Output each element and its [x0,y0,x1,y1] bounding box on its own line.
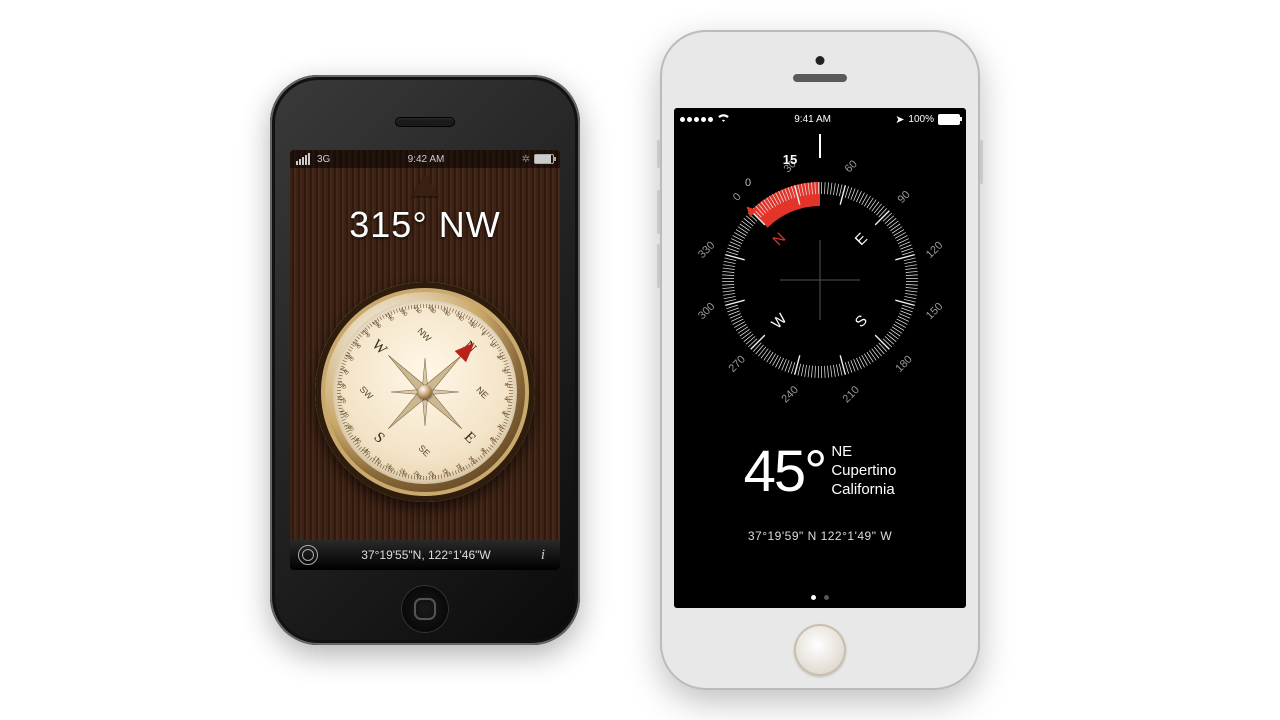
home-button[interactable] [401,585,449,633]
svg-text:50: 50 [503,396,512,405]
iphone-5s-device: 9:41 AM ➤ 100% NESW030609012015018021024… [660,30,980,690]
page-dot [811,595,816,600]
crosshair-icon [780,240,860,320]
svg-text:120: 120 [924,239,945,260]
svg-text:160: 160 [384,463,395,474]
compass-hub [418,385,432,399]
svg-text:210: 210 [841,384,862,405]
bottom-toolbar: 37°19'55"N, 122°1'46"W i [290,540,560,570]
carrier-label: 3G [317,154,330,165]
heading-degrees: 45 [744,439,805,504]
svg-text:340: 340 [454,312,465,323]
svg-text:0: 0 [745,177,751,189]
svg-text:15: 15 [783,152,797,167]
svg-text:210: 210 [339,409,350,420]
earpiece-speaker [395,117,455,127]
svg-text:90: 90 [896,189,913,206]
clock-label: 9:42 AM [408,154,445,165]
status-bar: 9:41 AM ➤ 100% [674,108,966,128]
svg-text:240: 240 [779,384,800,405]
signal-bars-icon [296,153,310,165]
power-button[interactable] [980,140,983,184]
front-camera [816,56,825,65]
svg-text:330: 330 [440,307,451,318]
svg-text:S: S [370,429,387,446]
svg-text:SW: SW [358,384,376,402]
home-button[interactable] [794,624,846,676]
page-indicator[interactable] [674,595,966,600]
svg-text:40: 40 [503,381,512,390]
heading-readout: 45° NE Cupertino California [674,438,966,505]
svg-text:330: 330 [696,239,717,260]
svg-text:220: 220 [336,395,347,406]
battery-percent: 100% [908,114,934,125]
svg-text:30: 30 [500,367,509,376]
svg-text:290: 290 [384,312,395,323]
screen-ios7: 9:41 AM ➤ 100% NESW030609012015018021024… [674,108,966,608]
iphone-3gs-device: 3G 9:42 AM ✲ 315° NW 0102030405060708090… [270,75,580,645]
volume-down-button[interactable] [657,244,660,288]
svg-text:SE: SE [417,443,433,459]
battery-icon [534,154,554,164]
svg-text:0: 0 [731,191,744,204]
mute-switch[interactable] [657,140,660,168]
volume-up-button[interactable] [657,190,660,234]
compass-rose[interactable]: 0102030405060708090100110120130140150160… [315,282,535,502]
svg-text:300: 300 [696,301,717,322]
clock-label: 9:41 AM [794,114,831,125]
compass-dial[interactable]: NESW0306090120150180210240270300330150 [690,150,950,410]
battery-icon [938,114,960,125]
region-label: California [831,481,894,498]
svg-text:270: 270 [727,353,748,374]
coordinates-label: 37°19'55"N, 122°1'46"W [361,548,490,562]
coordinates-label: 37°19'59" N 122°1'49" W [674,529,966,543]
svg-text:60: 60 [843,158,860,175]
info-button[interactable]: i [534,547,552,564]
svg-text:310: 310 [412,305,423,316]
location-arrow-icon: ➤ [895,113,904,126]
svg-text:80: 80 [488,436,497,445]
screen-ios6: 3G 9:42 AM ✲ 315° NW 0102030405060708090… [290,150,560,570]
svg-text:180: 180 [893,353,914,374]
svg-text:150: 150 [397,468,408,479]
svg-text:NE: NE [474,385,490,401]
svg-text:NW: NW [415,326,433,344]
north-marker-icon [412,174,438,196]
svg-text:270: 270 [360,329,371,340]
signal-dots-icon [680,117,713,122]
heading-readout: 315° NW [290,204,560,246]
status-bar: 3G 9:42 AM ✲ [290,150,560,168]
svg-text:E: E [461,429,479,447]
svg-text:140: 140 [412,470,423,481]
svg-text:W: W [368,337,390,359]
page-dot [824,595,829,600]
comparison-image: 3G 9:42 AM ✲ 315° NW 0102030405060708090… [0,0,1280,720]
svg-text:280: 280 [371,319,382,330]
heading-direction: NE [831,443,852,460]
bluetooth-icon: ✲ [522,154,530,165]
svg-text:200: 200 [344,422,355,433]
svg-text:150: 150 [924,301,945,322]
wifi-icon [717,113,730,126]
svg-text:20: 20 [495,353,504,362]
location-button[interactable] [298,545,318,565]
city-label: Cupertino [831,462,896,479]
earpiece-speaker [793,74,847,82]
